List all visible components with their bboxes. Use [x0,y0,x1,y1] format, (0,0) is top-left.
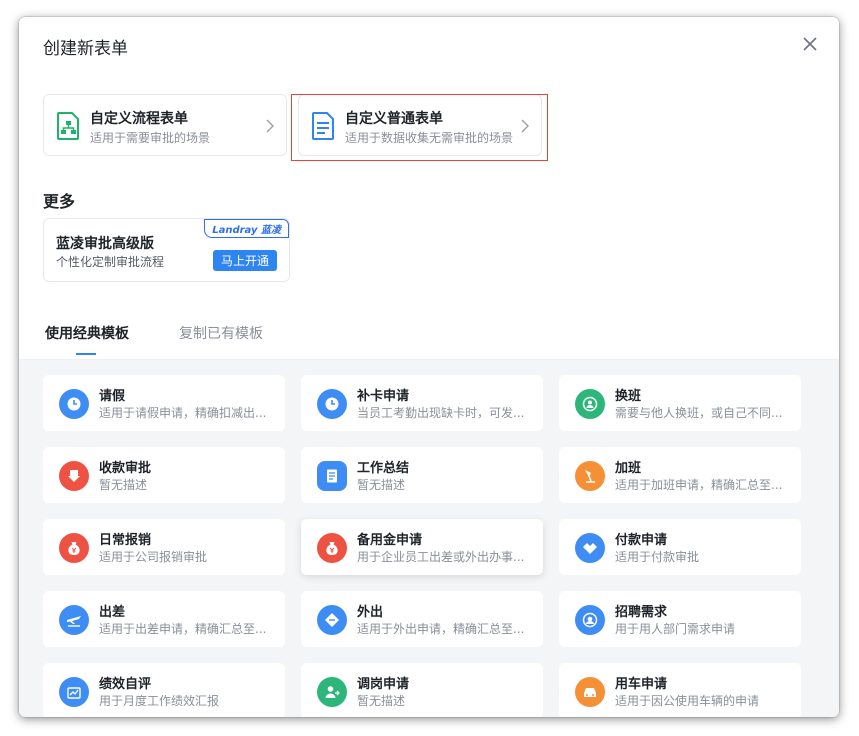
template-desc: 用于用人部门需求申请 [615,622,736,636]
template-card[interactable]: 招聘需求 用于用人部门需求申请 [559,591,801,647]
plane-icon [59,605,89,635]
chart-icon [59,677,89,707]
template-desc: 暂无描述 [357,694,406,708]
template-name: 收款审批 [99,461,152,476]
recruit-icon [575,605,605,635]
activate-button[interactable]: 马上开通 [212,250,277,271]
template-card[interactable]: 调岗申请 暂无描述 [301,663,543,717]
template-name: 补卡申请 [357,389,410,404]
template-desc: 用于企业员工出差或外出办事... [357,550,525,564]
template-card[interactable]: 付款申请 适用于付款审批 [559,519,801,575]
tab-copy-existing[interactable]: 复制已有模板 [179,323,263,343]
template-name: 工作总结 [357,461,410,476]
desk-lamp-icon [575,461,605,491]
clock-icon [317,389,347,419]
card-desc: 适用于需要审批的场景 [90,131,211,145]
active-tab-indicator [76,353,96,355]
dialog-title: 创建新表单 [43,39,128,59]
template-desc: 需要与他人换班，或自己不同... [615,406,783,420]
close-icon[interactable] [801,35,819,53]
template-card[interactable]: 请假 适用于请假申请，精确扣减出... [43,375,285,431]
template-name: 备用金申请 [357,533,423,548]
promo-desc: 个性化定制审批流程 [56,255,165,269]
template-card[interactable]: 收款审批 暂无描述 [43,447,285,503]
template-desc: 暂无描述 [99,478,148,492]
document-icon [317,461,347,491]
template-desc: 适用于加班申请，精确汇总至... [615,478,783,492]
template-desc: 适用于付款审批 [615,550,700,564]
template-card[interactable]: 外出 适用于外出申请，精确汇总至... [301,591,543,647]
handshake-icon [575,533,605,563]
car-icon [575,677,605,707]
template-desc: 当员工考勤出现缺卡时，可发... [357,406,525,420]
landray-logo: Landray 蓝凌 [204,219,289,238]
template-desc: 适用于公司报销审批 [99,550,208,564]
template-desc: 适用于外出申请，精确汇总至... [357,622,525,636]
template-name: 付款申请 [615,533,668,548]
template-card[interactable]: 工作总结 暂无描述 [301,447,543,503]
flow-document-icon [57,112,79,140]
template-name: 外出 [357,605,384,620]
chevron-right-icon [266,119,274,133]
card-title: 自定义流程表单 [90,111,188,127]
template-card[interactable]: 加班 适用于加班申请，精确汇总至... [559,447,801,503]
template-card[interactable]: 备用金申请 用于企业员工出差或外出办事... [301,519,543,575]
template-desc: 适用于出差申请，精确汇总至... [99,622,267,636]
template-name: 日常报销 [99,533,152,548]
template-name: 出差 [99,605,126,620]
transfer-user-icon [317,677,347,707]
promo-title: 蓝凌审批高级版 [56,236,154,252]
template-card[interactable]: 补卡申请 当员工考勤出现缺卡时，可发... [301,375,543,431]
template-card[interactable]: 日常报销 适用于公司报销审批 [43,519,285,575]
advanced-edition-card[interactable]: 蓝凌审批高级版 个性化定制审批流程 Landray 蓝凌 马上开通 [43,218,290,282]
template-desc: 适用于因公使用车辆的申请 [615,694,760,708]
more-heading: 更多 [43,192,76,211]
template-name: 换班 [615,389,642,404]
template-name: 用车申请 [615,677,668,692]
template-name: 招聘需求 [615,605,668,620]
tab-classic-templates[interactable]: 使用经典模板 [45,323,129,343]
template-name: 加班 [615,461,642,476]
template-name: 绩效自评 [99,677,152,692]
money-bag-icon [317,533,347,563]
template-card[interactable]: 用车申请 适用于因公使用车辆的申请 [559,663,801,717]
template-name: 请假 [99,389,126,404]
template-desc: 用于月度工作绩效汇报 [99,694,220,708]
workflow-form-card[interactable]: 自定义流程表单 适用于需要审批的场景 [43,94,287,156]
template-grid: 请假 适用于请假申请，精确扣减出... 补卡申请 当员工考勤出现缺卡时，可发..… [19,360,839,717]
clock-icon [59,389,89,419]
template-name: 调岗申请 [357,677,410,692]
selection-highlight [291,94,548,161]
swap-user-icon [575,389,605,419]
template-tabs: 使用经典模板 复制已有模板 [19,313,839,360]
outing-icon [317,605,347,635]
create-form-dialog: 创建新表单 自定义流程表单 适用于需要审批的场景 自定义普通表单 适用于数据收集… [19,17,839,717]
money-bag-icon [59,533,89,563]
template-desc: 暂无描述 [357,478,406,492]
template-card[interactable]: 换班 需要与他人换班，或自己不同... [559,375,801,431]
receive-icon [59,461,89,491]
template-desc: 适用于请假申请，精确扣减出... [99,406,267,420]
template-card[interactable]: 出差 适用于出差申请，精确汇总至... [43,591,285,647]
template-card[interactable]: 绩效自评 用于月度工作绩效汇报 [43,663,285,717]
